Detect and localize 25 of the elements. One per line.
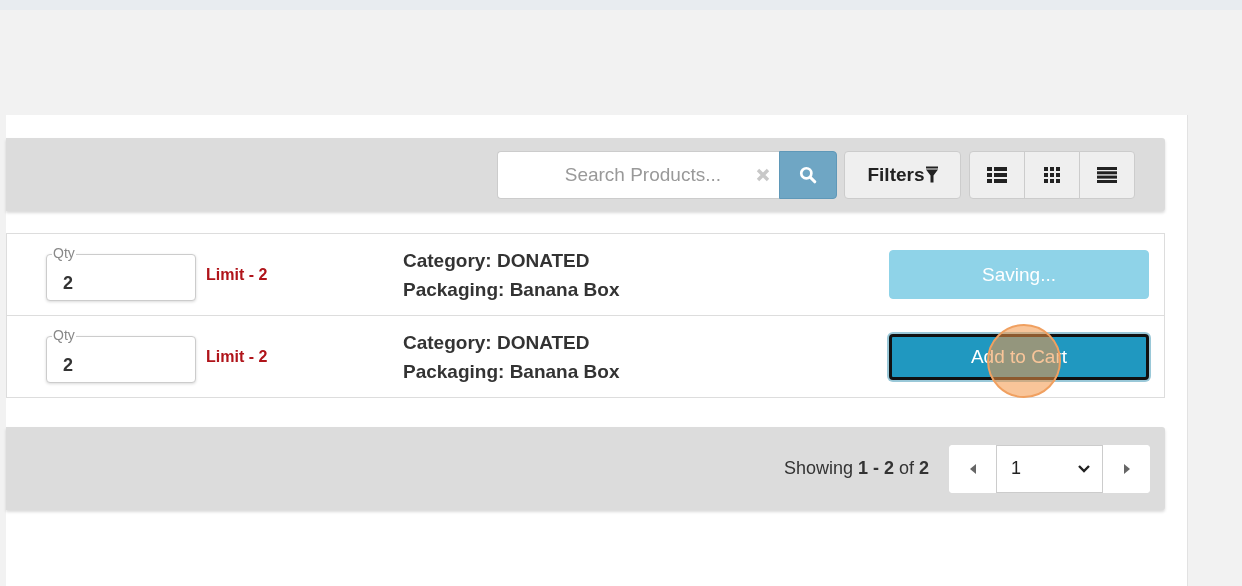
qty-label: Qty [52, 246, 76, 261]
view-button[interactable] [1024, 150, 1080, 199]
list-view-icon [987, 166, 1007, 183]
funnel-icon [925, 166, 938, 183]
view-button[interactable] [1079, 150, 1135, 199]
search-field[interactable]: Search Products... [497, 150, 779, 199]
chevron-down-icon [1078, 464, 1090, 473]
packaging-text: Packaging: Banana Box [403, 277, 620, 301]
view-button[interactable] [969, 150, 1025, 199]
limit-text: Limit - 2 [206, 265, 269, 284]
right-arrow-icon [1123, 463, 1130, 474]
left-arrow-icon [969, 463, 976, 474]
search-button[interactable] [779, 150, 837, 199]
filters-button[interactable]: Filters [844, 150, 961, 199]
showing-text: Showing 1 - 2 of 2 [783, 458, 929, 479]
clear-icon [755, 166, 771, 183]
packaging-text: Packaging: Banana Box [403, 359, 620, 383]
qty-label: Qty [52, 328, 76, 343]
category-text: Category: DONATED [403, 330, 591, 354]
search-icon [799, 165, 817, 184]
limit-text: Limit - 2 [206, 347, 269, 366]
rows-view-icon [1097, 166, 1117, 183]
category-text: Category: DONATED [403, 248, 591, 272]
grid-view-icon [1044, 166, 1060, 183]
page-select[interactable]: 1 [996, 444, 1103, 493]
